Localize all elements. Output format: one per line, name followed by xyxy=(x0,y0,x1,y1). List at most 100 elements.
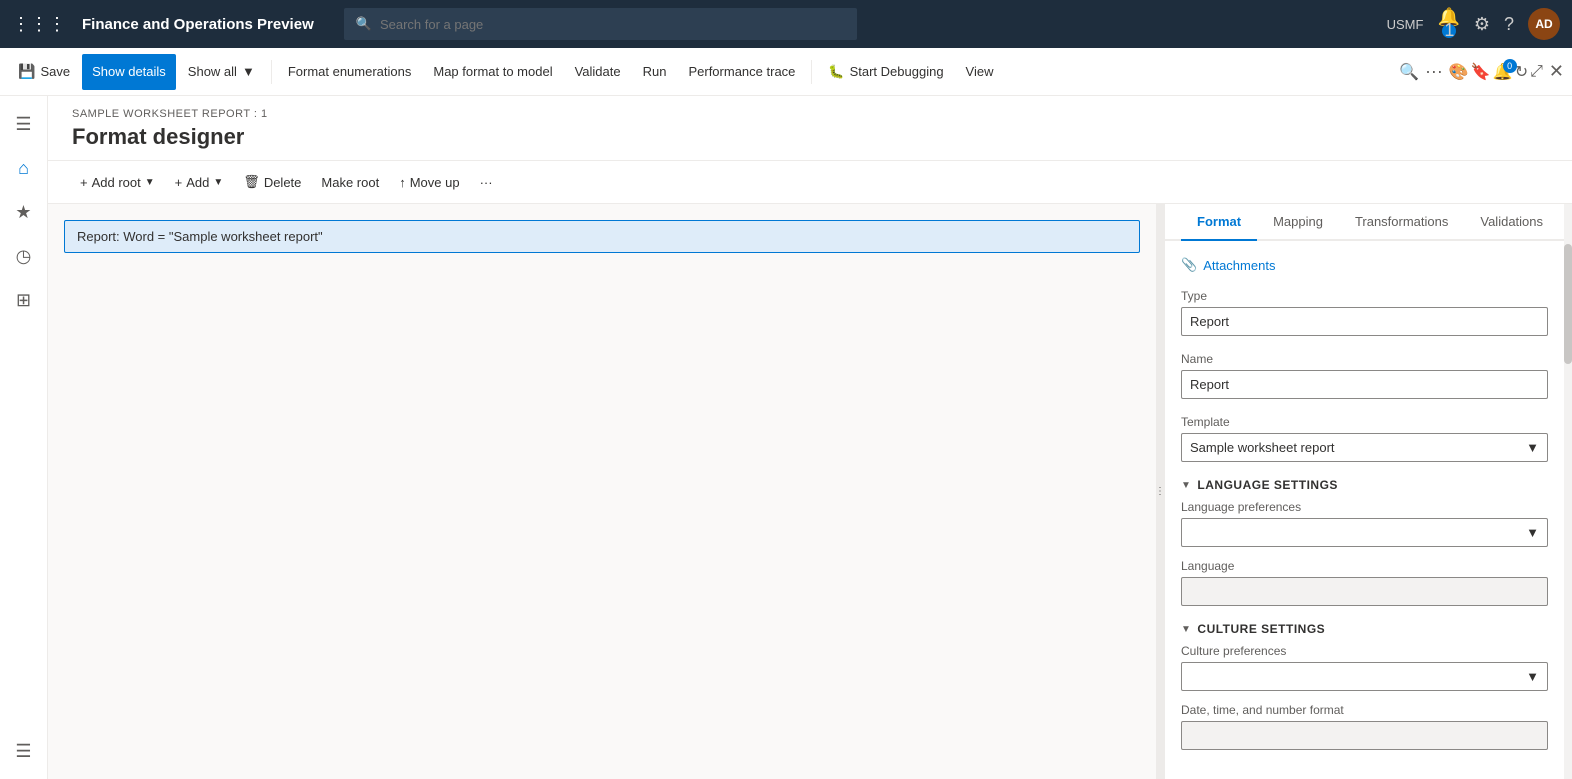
delete-button[interactable]: 🗑 Delete xyxy=(235,169,309,195)
lang-pref-select[interactable]: ▼ xyxy=(1181,518,1548,547)
content-area: SAMPLE WORKSHEET REPORT : 1 Format desig… xyxy=(48,96,1572,779)
culture-pref-field-group: Culture preferences ▼ xyxy=(1181,644,1548,691)
sidebar-recent-icon[interactable]: ◷ xyxy=(4,236,44,276)
culture-pref-select[interactable]: ▼ xyxy=(1181,662,1548,691)
search-cmd-icon[interactable]: 🔍 xyxy=(1399,62,1419,82)
name-label: Name xyxy=(1181,352,1548,366)
add-root-button[interactable]: + Add root ▼ xyxy=(72,170,163,195)
datetime-format-field-group: Date, time, and number format xyxy=(1181,703,1548,750)
search-input[interactable] xyxy=(380,17,845,32)
attachment-icon: 📎 xyxy=(1181,257,1197,273)
start-debugging-button[interactable]: 🐛 Start Debugging xyxy=(818,54,953,90)
left-sidebar: ☰ ⌂ ★ ◷ ⊞ ☰ xyxy=(0,96,48,779)
language-input[interactable] xyxy=(1181,577,1548,606)
move-up-button[interactable]: ↑ Move up xyxy=(391,170,467,195)
show-all-caret: ▼ xyxy=(242,64,255,79)
more-toolbar-button[interactable]: ··· xyxy=(472,170,501,195)
lang-pref-field-group: Language preferences ▼ xyxy=(1181,500,1548,547)
debug-icon: 🐛 xyxy=(828,64,844,80)
template-label: Template xyxy=(1181,415,1548,429)
language-settings-header[interactable]: ▼ LANGUAGE SETTINGS xyxy=(1181,478,1548,492)
popout-icon[interactable]: ⤢ xyxy=(1530,63,1543,81)
page-title: Format designer xyxy=(72,124,1548,150)
refresh-icon[interactable]: ↻ xyxy=(1515,62,1528,82)
user-avatar[interactable]: AD xyxy=(1528,8,1560,40)
command-bar: 💾 Save Show details Show all ▼ Format en… xyxy=(0,48,1572,96)
cmd-badge: 0 xyxy=(1503,59,1517,73)
top-navigation: ⋮⋮⋮ Finance and Operations Preview 🔍 USM… xyxy=(0,0,1572,48)
language-settings-section: ▼ LANGUAGE SETTINGS Language preferences… xyxy=(1181,478,1548,606)
notification-cmd-badge[interactable]: 🔔 0 xyxy=(1493,62,1513,82)
app-title: Finance and Operations Preview xyxy=(82,16,314,33)
add-root-caret: ▼ xyxy=(145,177,155,188)
sidebar-home-icon[interactable]: ⌂ xyxy=(4,148,44,188)
save-icon: 💾 xyxy=(18,63,35,80)
datetime-format-label: Date, time, and number format xyxy=(1181,703,1548,717)
performance-trace-button[interactable]: Performance trace xyxy=(678,54,805,90)
app-grid-icon[interactable]: ⋮⋮⋮ xyxy=(12,14,66,35)
properties-content: 📎 Attachments Type Name xyxy=(1165,241,1564,766)
nav-icons: USMF 🔔 1 ⚙ ? AD xyxy=(1387,7,1560,42)
tree-item-report[interactable]: Report: Word = "Sample worksheet report" xyxy=(64,220,1140,253)
culture-settings-section: ▼ CULTURE SETTINGS Culture preferences ▼ xyxy=(1181,622,1548,750)
move-up-icon: ↑ xyxy=(399,175,406,190)
template-select[interactable]: Sample worksheet report ▼ xyxy=(1181,433,1548,462)
properties-tabs: Format Mapping Transformations Validatio… xyxy=(1165,204,1564,241)
settings-icon[interactable]: ⚙ xyxy=(1474,14,1490,35)
more-options-icon[interactable]: ··· xyxy=(1425,61,1443,82)
make-root-button[interactable]: Make root xyxy=(313,170,387,195)
view-button[interactable]: View xyxy=(956,54,1004,90)
close-icon[interactable]: ✕ xyxy=(1549,61,1564,82)
template-value: Sample worksheet report xyxy=(1190,440,1335,455)
run-button[interactable]: Run xyxy=(633,54,677,90)
resize-handle[interactable]: ⋮ xyxy=(1156,204,1164,779)
scrollbar-thumb[interactable] xyxy=(1564,244,1572,364)
culture-pref-label: Culture preferences xyxy=(1181,644,1548,658)
map-format-button[interactable]: Map format to model xyxy=(423,54,562,90)
page-header: SAMPLE WORKSHEET REPORT : 1 Format desig… xyxy=(48,96,1572,161)
name-input[interactable] xyxy=(1181,370,1548,399)
designer-area: Report: Word = "Sample worksheet report"… xyxy=(48,204,1572,779)
notification-icon[interactable]: 🔔 1 xyxy=(1437,7,1459,42)
sidebar-favorites-icon[interactable]: ★ xyxy=(4,192,44,232)
notification-badge: 1 xyxy=(1442,24,1456,38)
tab-format[interactable]: Format xyxy=(1181,204,1257,241)
show-all-button[interactable]: Show all ▼ xyxy=(178,54,265,90)
help-icon[interactable]: ? xyxy=(1504,14,1514,35)
add-caret: ▼ xyxy=(213,177,223,188)
show-details-button[interactable]: Show details xyxy=(82,54,176,90)
template-field-group: Template Sample worksheet report ▼ xyxy=(1181,415,1548,462)
format-enumerations-button[interactable]: Format enumerations xyxy=(278,54,422,90)
lang-pref-label: Language preferences xyxy=(1181,500,1548,514)
language-collapse-icon: ▼ xyxy=(1181,480,1191,491)
bookmark-icon[interactable]: 🔖 xyxy=(1471,62,1491,82)
sidebar-modules-icon[interactable]: ☰ xyxy=(4,731,44,771)
add-root-icon: + xyxy=(80,175,88,190)
right-scrollbar[interactable] xyxy=(1564,204,1572,779)
toolbar: + Add root ▼ + Add ▼ 🗑 Delete Make root … xyxy=(48,161,1572,204)
tree-item-label: Report: Word = "Sample worksheet report" xyxy=(77,229,323,244)
save-button[interactable]: 💾 Save xyxy=(8,54,80,90)
sidebar-workspaces-icon[interactable]: ⊞ xyxy=(4,280,44,320)
sidebar-menu-icon[interactable]: ☰ xyxy=(4,104,44,144)
lang-pref-dropdown-icon: ▼ xyxy=(1526,525,1539,540)
datetime-format-input[interactable] xyxy=(1181,721,1548,750)
culture-settings-content: Culture preferences ▼ Date, time, and nu… xyxy=(1181,644,1548,750)
palette-icon[interactable]: 🎨 xyxy=(1449,62,1469,82)
name-field-group: Name xyxy=(1181,352,1548,399)
type-field-group: Type xyxy=(1181,289,1548,336)
add-button[interactable]: + Add ▼ xyxy=(167,170,232,195)
type-input[interactable] xyxy=(1181,307,1548,336)
tab-validations[interactable]: Validations xyxy=(1464,204,1559,241)
tab-transformations[interactable]: Transformations xyxy=(1339,204,1464,241)
language-label: Language xyxy=(1181,559,1548,573)
attachments-link[interactable]: 📎 Attachments xyxy=(1181,257,1548,273)
type-label: Type xyxy=(1181,289,1548,303)
validate-button[interactable]: Validate xyxy=(565,54,631,90)
properties-panel: Format Mapping Transformations Validatio… xyxy=(1164,204,1564,779)
search-bar[interactable]: 🔍 xyxy=(344,8,857,40)
tab-mapping[interactable]: Mapping xyxy=(1257,204,1339,241)
separator-1 xyxy=(271,60,272,84)
culture-settings-header[interactable]: ▼ CULTURE SETTINGS xyxy=(1181,622,1548,636)
delete-icon: 🗑 xyxy=(243,174,260,190)
